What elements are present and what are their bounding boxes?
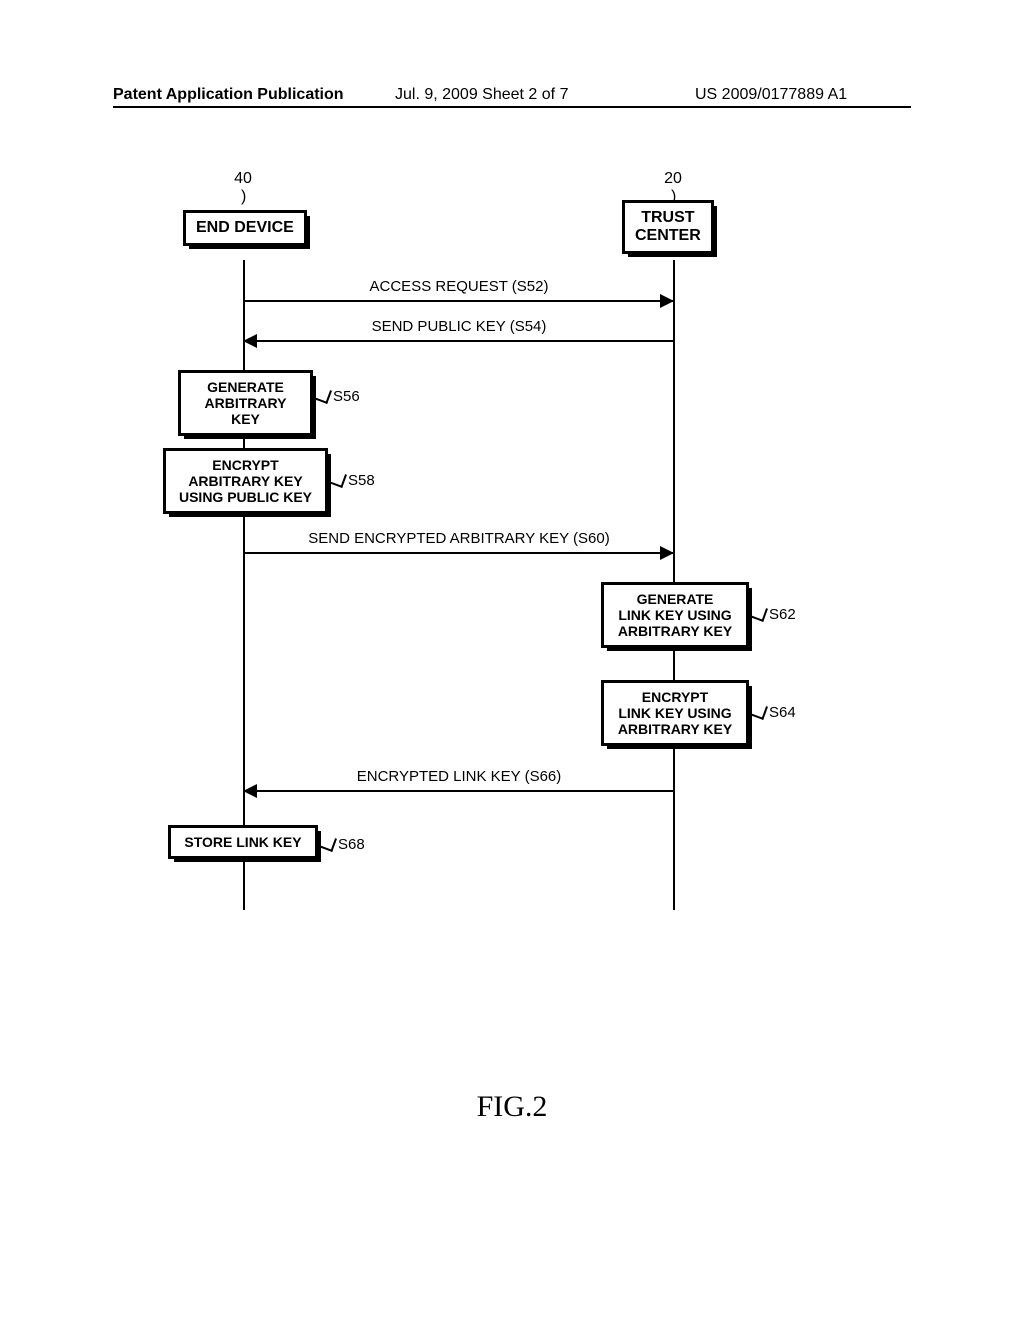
header-center: Jul. 9, 2009 Sheet 2 of 7: [395, 86, 568, 104]
ref-connector: [329, 470, 347, 488]
lifeline-tail-right: [673, 745, 675, 910]
participant-end-device: END DEVICE: [183, 210, 307, 246]
process-generate-arbitrary-key: GENERATE ARBITRARY KEY: [178, 370, 313, 436]
msg-send-public-key-label: SEND PUBLIC KEY (S54): [244, 318, 674, 335]
ref-connector: [314, 386, 332, 404]
step-ref-s68: S68: [338, 836, 365, 853]
header-left: Patent Application Publication: [113, 86, 344, 104]
msg-send-encrypted-key: [244, 552, 673, 554]
figure-caption: FIG.2: [0, 1090, 1024, 1124]
msg-send-public-key: [244, 340, 673, 342]
header-rule: [113, 106, 911, 108]
msg-access-request: [244, 300, 673, 302]
ref-connector: [319, 834, 337, 852]
step-ref-s56: S56: [333, 388, 360, 405]
header-right: US 2009/0177889 A1: [695, 86, 847, 104]
msg-encrypted-link-key: [244, 790, 673, 792]
step-ref-s62: S62: [769, 606, 796, 623]
msg-access-request-label: ACCESS REQUEST (S52): [244, 278, 674, 295]
process-store-link-key: STORE LINK KEY: [168, 825, 318, 859]
ref-connector: [750, 604, 768, 622]
process-encrypt-link-key: ENCRYPT LINK KEY USING ARBITRARY KEY: [601, 680, 749, 746]
lifeline-tail-left: [243, 865, 245, 910]
ref-trust-center: 20: [661, 170, 685, 188]
process-encrypt-arbitrary-key: ENCRYPT ARBITRARY KEY USING PUBLIC KEY: [163, 448, 328, 514]
step-ref-s58: S58: [348, 472, 375, 489]
ref-tick: ): [241, 188, 246, 206]
sequence-diagram: 40 ) 20 ) END DEVICE TRUST CENTER ACCESS…: [113, 170, 911, 1070]
ref-end-device: 40: [231, 170, 255, 188]
msg-send-encrypted-key-label: SEND ENCRYPTED ARBITRARY KEY (S60): [244, 530, 674, 547]
mask: [113, 910, 911, 1110]
participant-trust-center: TRUST CENTER: [622, 200, 714, 254]
step-ref-s64: S64: [769, 704, 796, 721]
process-generate-link-key: GENERATE LINK KEY USING ARBITRARY KEY: [601, 582, 749, 648]
msg-encrypted-link-key-label: ENCRYPTED LINK KEY (S66): [244, 768, 674, 785]
ref-connector: [750, 702, 768, 720]
